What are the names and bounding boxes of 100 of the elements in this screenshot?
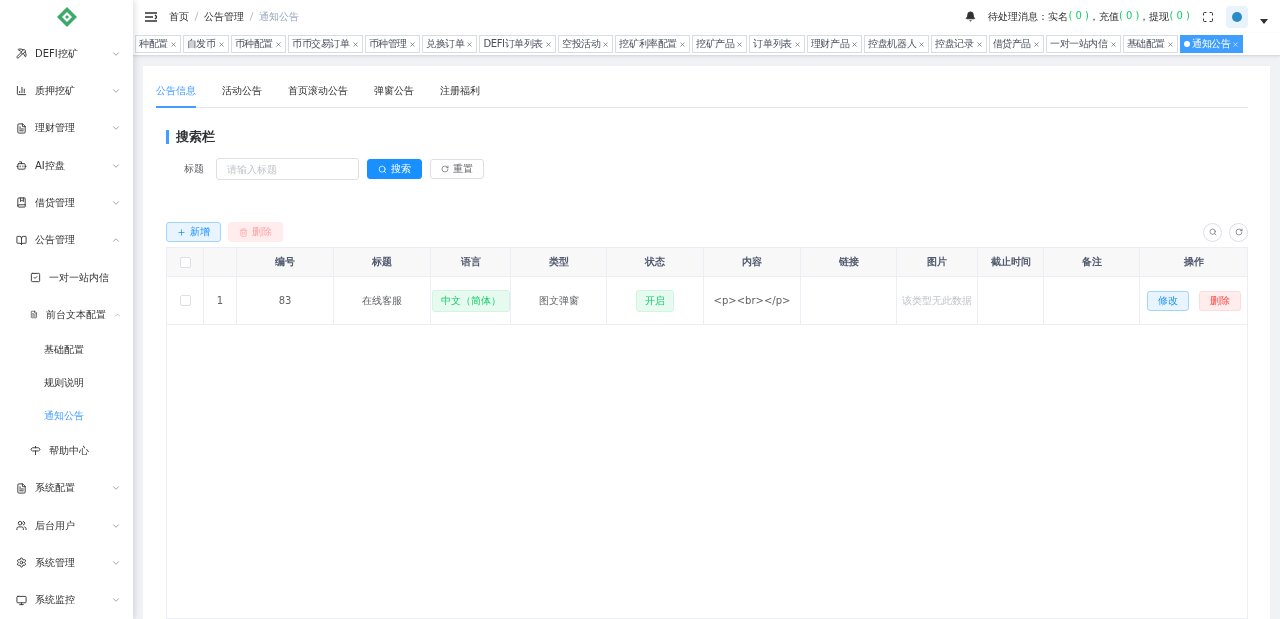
open-tab[interactable]: 币种管理 <box>364 35 421 53</box>
pending-type: ，提现 <box>1139 9 1170 24</box>
avatar[interactable] <box>1226 5 1248 28</box>
sidebar-item[interactable]: 基础配置 <box>0 333 133 367</box>
open-tab[interactable]: 订单列表 <box>749 35 805 53</box>
table-cell: 在线客服 <box>334 277 431 324</box>
sidebar-item[interactable]: AI控盘 <box>0 146 133 185</box>
document-icon <box>30 309 38 321</box>
refresh-icon <box>1234 228 1243 236</box>
close-icon[interactable] <box>169 40 177 48</box>
refresh-icon <box>441 165 449 173</box>
open-tab[interactable]: 借贷产品 <box>988 35 1045 53</box>
plus-icon <box>177 227 186 237</box>
language-tag: 中文（简体） <box>431 289 510 312</box>
sidebar-item[interactable]: 规则说明 <box>0 366 133 400</box>
open-tab[interactable]: DEFI订单列表 <box>479 35 556 53</box>
users-icon <box>16 520 27 532</box>
menu-icon[interactable] <box>145 11 157 22</box>
open-book-icon <box>16 234 27 246</box>
open-tab[interactable]: 自发币 <box>182 35 229 53</box>
sidebar-item[interactable]: 系统管理 <box>0 544 133 582</box>
pending-type: ，充值 <box>1088 9 1119 24</box>
open-tab[interactable]: 空投活动 <box>558 35 614 53</box>
reset-button[interactable]: 重置 <box>430 159 484 179</box>
row-checkbox[interactable] <box>179 295 191 306</box>
open-tab[interactable]: 种配置 <box>135 35 181 53</box>
breadcrumb-link[interactable]: 公告管理 <box>204 9 244 24</box>
close-icon[interactable] <box>918 40 926 48</box>
breadcrumb-link[interactable]: 首页 <box>169 9 189 24</box>
column-header: 链接 <box>801 248 897 276</box>
notification-icon[interactable] <box>965 11 977 22</box>
close-icon[interactable] <box>466 40 474 48</box>
column-header: 状态 <box>607 248 704 276</box>
pending-count: ( 0 ) <box>1169 9 1190 23</box>
table-cell: 图文弹窗 <box>511 277 607 324</box>
sidebar-item[interactable]: 帮助中心 <box>0 432 133 470</box>
column-header: 操作 <box>1182 255 1205 269</box>
refresh-button[interactable] <box>1229 222 1248 242</box>
close-icon[interactable] <box>1232 40 1240 48</box>
monitor-icon <box>16 594 27 606</box>
search-toggle-button[interactable] <box>1203 222 1222 242</box>
close-icon[interactable] <box>409 40 417 48</box>
bar-chart-icon <box>16 85 27 97</box>
search-icon <box>1208 228 1217 236</box>
pending-label: 待处理消息： <box>988 9 1049 24</box>
column-header: 备注 <box>1044 248 1140 276</box>
sidebar-item[interactable]: 系统配置 <box>0 469 133 507</box>
sidebar-item[interactable]: 质押挖矿 <box>0 72 133 110</box>
close-icon[interactable] <box>545 40 552 48</box>
sidebar-item[interactable]: 系统监控 <box>0 581 133 619</box>
close-icon[interactable] <box>851 40 859 48</box>
open-tab[interactable]: 币币交易订单 <box>288 35 363 53</box>
close-icon[interactable] <box>736 40 744 48</box>
open-tab[interactable]: 控盘机器人 <box>864 35 930 53</box>
page-tab[interactable]: 活动公告 <box>222 78 262 108</box>
open-tab[interactable]: 控盘记录 <box>931 35 987 53</box>
sidebar-item[interactable]: DEFI挖矿 <box>0 34 133 73</box>
sidebar-item[interactable]: 前台文本配置 <box>0 296 133 334</box>
sidebar-item[interactable]: 一对一站内信 <box>0 258 133 297</box>
open-tab[interactable]: 基础配置 <box>1122 35 1179 53</box>
section-title: 搜索栏 <box>166 130 1248 144</box>
close-icon[interactable] <box>975 40 983 48</box>
close-icon[interactable] <box>351 40 359 48</box>
open-tab[interactable]: 挖矿利率配置 <box>615 35 690 53</box>
pending-count: ( 0 ) <box>1068 9 1089 23</box>
page-tab[interactable]: 首页滚动公告 <box>288 78 348 108</box>
sidebar-item[interactable]: 后台用户 <box>0 506 133 545</box>
caret-icon[interactable] <box>1260 19 1268 24</box>
book-icon <box>16 197 27 209</box>
column-header: 图片 <box>897 248 978 276</box>
pending-type: 实名 <box>1048 9 1069 24</box>
robot-icon <box>16 160 27 172</box>
close-icon[interactable] <box>602 40 610 48</box>
sidebar-item[interactable]: 公告管理 <box>0 221 133 259</box>
page-tab[interactable]: 弹窗公告 <box>374 78 414 108</box>
open-tab[interactable]: 币种配置 <box>230 35 287 53</box>
open-tab[interactable]: 一对一站内信 <box>1046 35 1121 53</box>
column-header: 截止时间 <box>978 248 1044 276</box>
fullscreen-icon[interactable] <box>1202 10 1214 23</box>
sidebar-item[interactable]: 借贷管理 <box>0 184 133 222</box>
open-tab[interactable]: 理财产品 <box>806 35 863 53</box>
sidebar-item[interactable]: 理财管理 <box>0 109 133 147</box>
page-tab[interactable]: 注册福利 <box>440 78 480 108</box>
close-icon[interactable] <box>793 40 801 48</box>
column-header: 编号 <box>237 248 334 276</box>
select-all-checkbox[interactable] <box>179 256 191 268</box>
close-icon[interactable] <box>679 40 686 48</box>
close-icon[interactable] <box>275 40 283 48</box>
open-tab[interactable]: 挖矿产品 <box>692 35 748 53</box>
checkbox-icon <box>30 272 41 284</box>
table-cell: 83 <box>237 277 334 324</box>
close-icon[interactable] <box>1109 40 1117 48</box>
close-icon[interactable] <box>1033 40 1041 48</box>
settings-icon <box>16 557 27 569</box>
open-tab[interactable]: 兑换订单 <box>422 35 478 53</box>
trash-icon <box>239 227 248 237</box>
status-tag: 开启 <box>636 289 674 312</box>
document-icon <box>16 482 27 494</box>
close-icon[interactable] <box>1167 40 1175 48</box>
close-icon[interactable] <box>217 40 225 48</box>
